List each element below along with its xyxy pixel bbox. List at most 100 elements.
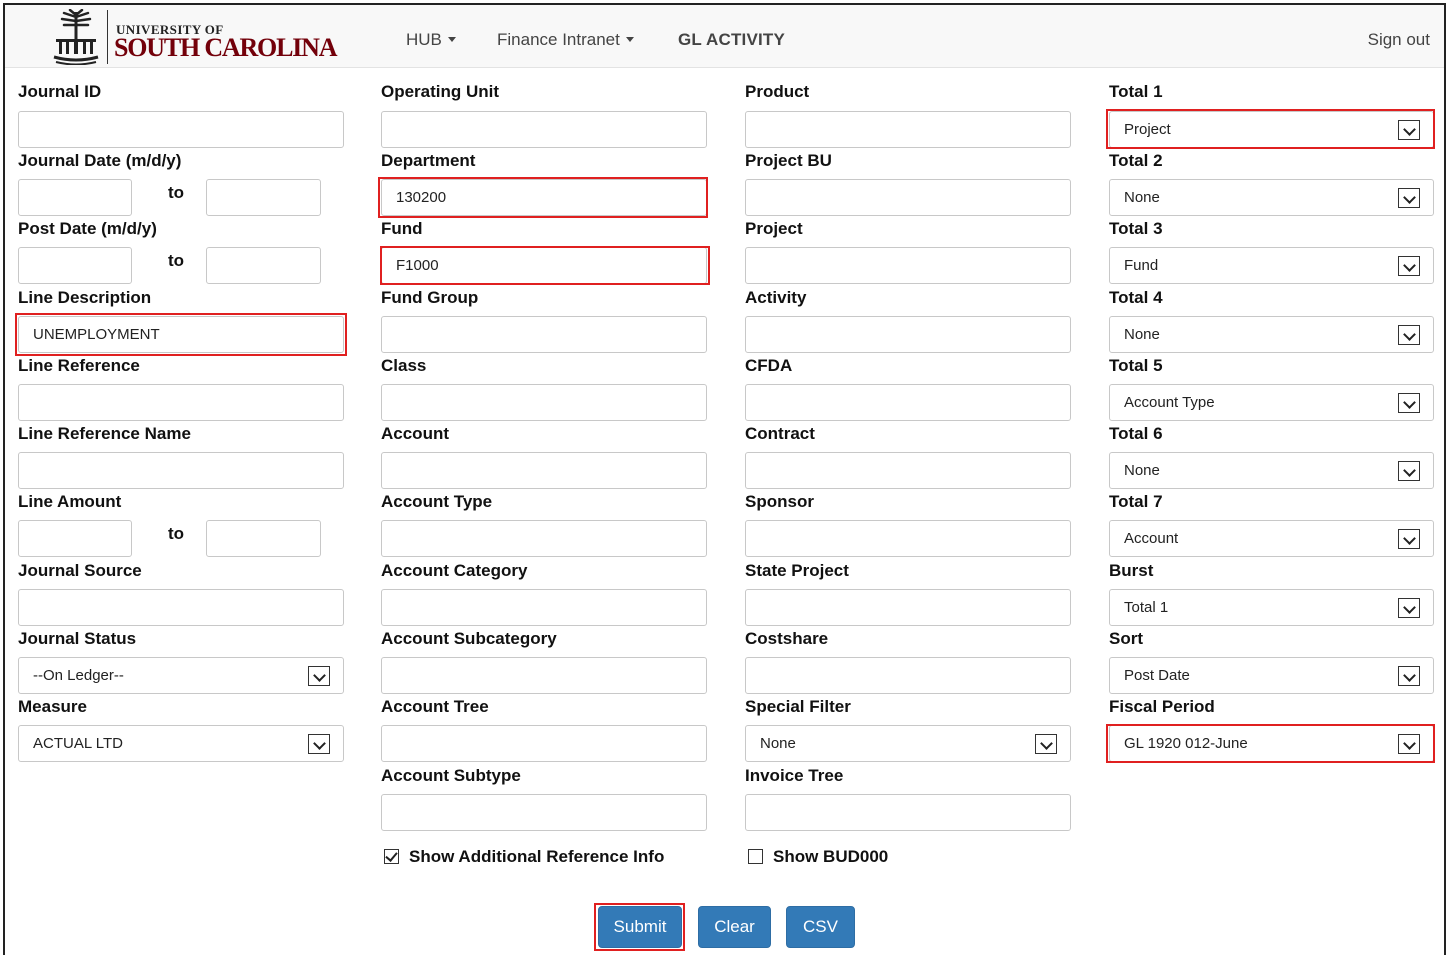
journal-date-to-label: to — [168, 183, 185, 202]
line-amount-to-input[interactable] — [206, 520, 321, 557]
cfda-input[interactable] — [745, 384, 1071, 421]
label-fund-group: Fund Group — [381, 288, 479, 307]
chevron-down-icon — [1398, 256, 1420, 276]
measure-select[interactable]: ACTUAL LTD — [18, 725, 344, 762]
chevron-down-icon — [1035, 734, 1057, 754]
sponsor-input[interactable] — [745, 520, 1071, 557]
label-total-1: Total 1 — [1109, 82, 1163, 101]
highlight-fiscal-period — [1106, 724, 1435, 763]
sort-value: Post Date — [1124, 667, 1190, 684]
account-type-input[interactable] — [381, 520, 707, 557]
label-invoice-tree: Invoice Tree — [745, 766, 844, 785]
nav-finance-intranet-dropdown[interactable]: Finance Intranet — [497, 30, 634, 50]
label-journal-source: Journal Source — [18, 561, 142, 580]
total-4-select[interactable]: None — [1109, 316, 1434, 353]
account-category-input[interactable] — [381, 589, 707, 626]
show-additional-reference-label: Show Additional Reference Info — [409, 847, 665, 866]
label-product: Product — [745, 82, 810, 101]
operating-unit-input[interactable] — [381, 111, 707, 148]
state-project-input[interactable] — [745, 589, 1071, 626]
total-5-select[interactable]: Account Type — [1109, 384, 1434, 421]
account-input[interactable] — [381, 452, 707, 489]
label-project: Project — [745, 219, 803, 238]
chevron-down-icon — [308, 666, 330, 686]
caret-down-icon — [447, 37, 456, 42]
contract-input[interactable] — [745, 452, 1071, 489]
label-project-bu: Project BU — [745, 151, 832, 170]
palmetto-seal-icon — [53, 9, 99, 65]
special-filter-value: None — [760, 735, 796, 752]
post-date-to-label: to — [168, 251, 185, 270]
chevron-down-icon — [308, 734, 330, 754]
chevron-down-icon — [1398, 188, 1420, 208]
clear-button[interactable]: Clear — [698, 906, 771, 948]
total-7-value: Account — [1124, 530, 1179, 547]
journal-status-value: --On Ledger-- — [33, 667, 124, 684]
line-reference-name-input[interactable] — [18, 452, 344, 489]
label-fund: Fund — [381, 219, 423, 238]
label-operating-unit: Operating Unit — [381, 82, 500, 101]
chevron-down-icon — [1398, 666, 1420, 686]
label-sort: Sort — [1109, 629, 1143, 648]
line-amount-from-input[interactable] — [18, 520, 132, 557]
sign-out-link[interactable]: Sign out — [1368, 30, 1430, 50]
line-amount-to-label: to — [168, 524, 185, 543]
account-subtype-input[interactable] — [381, 794, 707, 831]
special-filter-select[interactable]: None — [745, 725, 1071, 762]
total-7-select[interactable]: Account — [1109, 520, 1434, 557]
total-2-select[interactable]: None — [1109, 179, 1434, 216]
journal-date-to-input[interactable] — [206, 179, 321, 216]
highlight-department — [378, 177, 708, 218]
highlight-line-description — [15, 313, 347, 356]
label-cfda: CFDA — [745, 356, 793, 375]
total-3-select[interactable]: Fund — [1109, 247, 1434, 284]
journal-date-from-input[interactable] — [18, 179, 132, 216]
journal-id-input[interactable] — [18, 111, 344, 148]
label-fiscal-period: Fiscal Period — [1109, 697, 1215, 716]
project-input[interactable] — [745, 247, 1071, 284]
account-subcategory-input[interactable] — [381, 657, 707, 694]
total-6-select[interactable]: None — [1109, 452, 1434, 489]
total-4-value: None — [1124, 326, 1160, 343]
label-total-7: Total 7 — [1109, 492, 1163, 511]
line-reference-input[interactable] — [18, 384, 344, 421]
navbar: UNIVERSITY OF SOUTH CAROLINA HUB Finance… — [5, 5, 1444, 68]
post-date-to-input[interactable] — [206, 247, 321, 284]
label-account-tree: Account Tree — [381, 697, 489, 716]
caret-down-icon — [625, 37, 634, 42]
show-additional-reference-checkbox[interactable] — [384, 849, 399, 864]
burst-select[interactable]: Total 1 — [1109, 589, 1434, 626]
total-5-value: Account Type — [1124, 394, 1215, 411]
csv-button[interactable]: CSV — [786, 906, 855, 948]
invoice-tree-input[interactable] — [745, 794, 1071, 831]
fund-group-input[interactable] — [381, 316, 707, 353]
label-account-type: Account Type — [381, 492, 493, 511]
university-logo[interactable]: UNIVERSITY OF SOUTH CAROLINA — [50, 8, 350, 66]
label-journal-date: Journal Date (m/d/y) — [18, 151, 182, 170]
chevron-down-icon — [1398, 529, 1420, 549]
highlight-total-1 — [1106, 109, 1435, 149]
nav-hub-dropdown[interactable]: HUB — [406, 30, 456, 50]
sort-select[interactable]: Post Date — [1109, 657, 1434, 694]
label-state-project: State Project — [745, 561, 849, 580]
account-tree-input[interactable] — [381, 725, 707, 762]
journal-source-input[interactable] — [18, 589, 344, 626]
nav-gl-activity[interactable]: GL ACTIVITY — [678, 30, 785, 50]
label-class: Class — [381, 356, 427, 375]
costshare-input[interactable] — [745, 657, 1071, 694]
post-date-from-input[interactable] — [18, 247, 132, 284]
label-account-subcategory: Account Subcategory — [381, 629, 557, 648]
label-account: Account — [381, 424, 449, 443]
chevron-down-icon — [1398, 393, 1420, 413]
label-activity: Activity — [745, 288, 807, 307]
product-input[interactable] — [745, 111, 1071, 148]
label-post-date: Post Date (m/d/y) — [18, 219, 157, 238]
label-line-reference: Line Reference — [18, 356, 140, 375]
class-input[interactable] — [381, 384, 707, 421]
show-bud000-checkbox[interactable] — [748, 849, 763, 864]
measure-value: ACTUAL LTD — [33, 735, 124, 752]
label-journal-status: Journal Status — [18, 629, 137, 648]
project-bu-input[interactable] — [745, 179, 1071, 216]
activity-input[interactable] — [745, 316, 1071, 353]
journal-status-select[interactable]: --On Ledger-- — [18, 657, 344, 694]
